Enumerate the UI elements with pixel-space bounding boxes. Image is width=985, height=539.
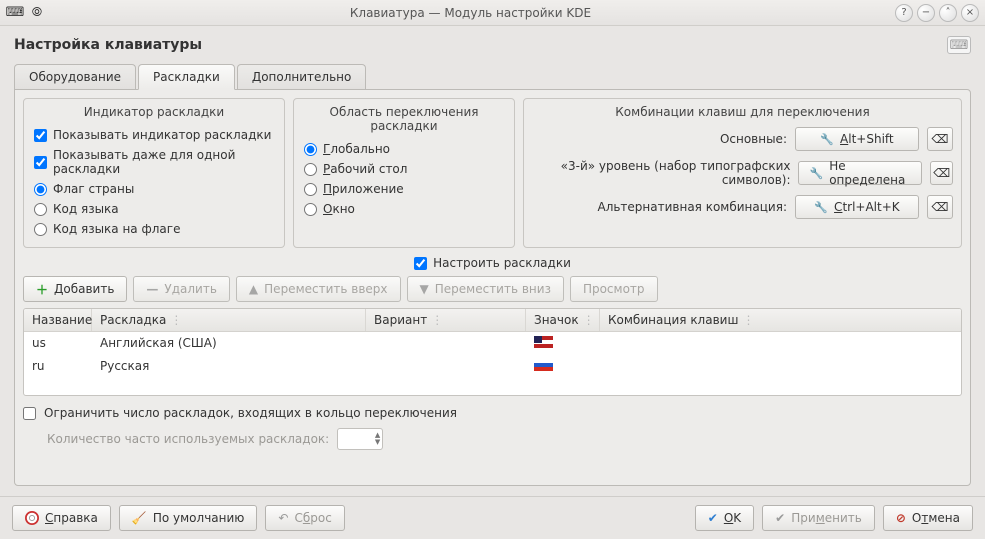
move-down-button[interactable]: ▼ Переместить вниз [407, 276, 564, 302]
page-title: Настройка клавиатуры [14, 37, 947, 53]
layout-toolbar: ＋ Добавить — Удалить ▲ Переместить вверх… [23, 276, 962, 302]
tabs: Оборудование Раскладки Дополнительно [14, 64, 971, 90]
indicator-flagcode-radio[interactable] [34, 223, 47, 236]
defaults-icon: 🧹 [132, 511, 147, 525]
group-shortcuts-legend: Комбинации клавиш для переключения [532, 105, 953, 119]
configure-layouts-checkbox[interactable] [414, 257, 427, 270]
minimize-window-button[interactable]: − [917, 4, 935, 22]
check-icon: ✔ [775, 511, 785, 525]
defaults-button[interactable]: 🧹 По умолчанию [119, 505, 258, 531]
wrench-icon: 🔧 [820, 133, 834, 146]
switch-desktop-label: Рабочий стол [323, 162, 407, 176]
th-variant[interactable]: Вариант [374, 313, 427, 327]
indicator-code-radio[interactable] [34, 203, 47, 216]
wrench-icon: 🔧 [814, 201, 828, 214]
arrow-up-icon: ▲ [249, 282, 258, 296]
group-indicator: Индикатор раскладки Показывать индикатор… [23, 98, 285, 248]
arrow-down-icon: ▼ [420, 282, 429, 296]
flag-ru-icon [534, 359, 553, 371]
switch-app-radio[interactable] [304, 183, 317, 196]
wrench-icon: 🔧 [809, 167, 823, 180]
help-button[interactable]: Справка [12, 505, 111, 531]
help-window-button[interactable]: ? [895, 4, 913, 22]
configure-layouts-row[interactable]: Настроить раскладки [414, 256, 571, 270]
indicator-flag-radio[interactable] [34, 183, 47, 196]
group-indicator-legend: Индикатор раскладки [32, 105, 276, 119]
limit-checkbox[interactable] [23, 407, 36, 420]
undo-icon: ↶ [278, 511, 288, 525]
shortcut-main-clear[interactable]: ⌫ [927, 127, 953, 151]
tab-advanced[interactable]: Дополнительно [237, 64, 367, 90]
lifebuoy-icon [25, 511, 39, 525]
indicator-flagcode-label: Код языка на флаге [53, 222, 180, 236]
switch-window-radio[interactable] [304, 203, 317, 216]
reset-button[interactable]: ↶ Сброс [265, 505, 344, 531]
group-shortcuts: Комбинации клавиш для переключения Основ… [523, 98, 962, 248]
table-row[interactable]: us Английская (США) [24, 332, 961, 355]
move-up-button[interactable]: ▲ Переместить вверх [236, 276, 401, 302]
tab-panel: Индикатор раскладки Показывать индикатор… [14, 89, 971, 486]
add-button[interactable]: ＋ Добавить [23, 276, 127, 302]
apply-button[interactable]: ✔ Применить [762, 505, 875, 531]
group-switch-legend: Область переключения раскладки [302, 105, 506, 133]
switch-window-label: Окно [323, 202, 355, 216]
configure-layouts-label: Настроить раскладки [433, 256, 571, 270]
spin-label: Количество часто используемых раскладок: [47, 432, 329, 446]
minus-icon: — [146, 282, 158, 296]
ok-button[interactable]: ✔ OK [695, 505, 754, 531]
maximize-window-button[interactable]: ˄ [939, 4, 957, 22]
tab-layouts[interactable]: Раскладки [138, 64, 235, 90]
indicator-code-label: Код языка [53, 202, 119, 216]
shortcut-alt-label: Альтернативная комбинация: [597, 200, 787, 214]
titlebar: ⌨ ⦾ Клавиатура — Модуль настройки KDE ? … [0, 0, 985, 26]
show-single-checkbox[interactable] [34, 156, 47, 169]
remove-button[interactable]: — Удалить [133, 276, 230, 302]
tab-hardware[interactable]: Оборудование [14, 64, 136, 90]
dialog-footer: Справка 🧹 По умолчанию ↶ Сброс ✔ OK ✔ Пр… [0, 496, 985, 539]
shortcut-level3-clear[interactable]: ⌫ [930, 161, 953, 185]
switch-global-radio[interactable] [304, 143, 317, 156]
switch-global-label: Глобально [323, 142, 390, 156]
check-icon: ✔ [708, 511, 718, 525]
shortcut-alt-button[interactable]: 🔧 Ctrl+Alt+K [795, 195, 919, 219]
th-shortcut[interactable]: Комбинация клавиш [608, 313, 738, 327]
show-single-label: Показывать даже для одной раскладки [53, 148, 274, 176]
plus-icon: ＋ [36, 281, 48, 298]
switch-app-label: Приложение [323, 182, 404, 196]
shortcut-main-button[interactable]: 🔧 Alt+Shift [795, 127, 919, 151]
shortcut-main-label: Основные: [720, 132, 787, 146]
layouts-table[interactable]: Название⋮ Раскладка⋮ Вариант⋮ Значок⋮ Ко… [23, 308, 962, 396]
th-flag[interactable]: Значок [534, 313, 579, 327]
table-header: Название⋮ Раскладка⋮ Вариант⋮ Значок⋮ Ко… [24, 309, 961, 332]
preview-button[interactable]: Просмотр [570, 276, 658, 302]
close-window-button[interactable]: × [961, 4, 979, 22]
th-name[interactable]: Название [32, 313, 92, 327]
limit-label: Ограничить число раскладок, входящих в к… [44, 406, 457, 420]
shortcut-level3-label: «3-й» уровень (набор типографских символ… [532, 159, 790, 187]
th-layout[interactable]: Раскладка [100, 313, 166, 327]
flag-us-icon [534, 336, 553, 348]
show-indicator-label: Показывать индикатор раскладки [53, 128, 271, 142]
app-menu-icon[interactable]: ⌨ [6, 4, 24, 22]
window-title: Клавиатура — Модуль настройки KDE [46, 6, 895, 20]
spare-count-spinbox: ▲▼ [337, 428, 383, 450]
group-switch-policy: Область переключения раскладки Глобально… [293, 98, 515, 248]
indicator-flag-label: Флаг страны [53, 182, 134, 196]
keyboard-icon [947, 36, 971, 54]
cancel-button[interactable]: ⊘ Отмена [883, 505, 973, 531]
table-row[interactable]: ru Русская [24, 355, 961, 378]
cancel-icon: ⊘ [896, 511, 906, 525]
switch-desktop-radio[interactable] [304, 163, 317, 176]
shortcut-level3-button[interactable]: 🔧 Не определена [798, 161, 922, 185]
show-indicator-checkbox[interactable] [34, 129, 47, 142]
shortcut-alt-clear[interactable]: ⌫ [927, 195, 953, 219]
pin-icon[interactable]: ⦾ [28, 4, 46, 22]
